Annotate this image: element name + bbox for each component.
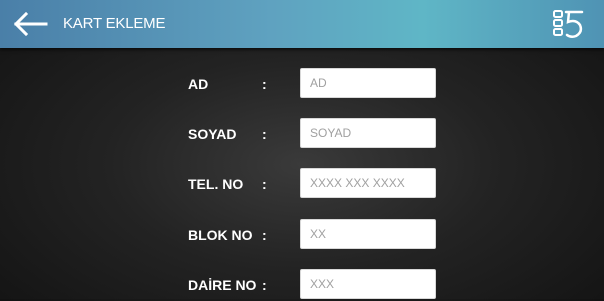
ad-input[interactable] xyxy=(300,68,436,98)
blok-no-input[interactable] xyxy=(300,219,436,249)
tel-no-label: TEL. NO xyxy=(188,176,244,192)
daire-no-colon: : xyxy=(262,277,267,293)
form-row-tel-no: TEL. NO : xyxy=(0,168,604,200)
tel-no-input[interactable] xyxy=(300,168,436,198)
soyad-label: SOYAD xyxy=(188,126,237,142)
daire-no-label: DAİRE NO xyxy=(188,277,257,293)
page-title: KART EKLEME xyxy=(63,15,166,32)
soyad-input[interactable] xyxy=(300,118,436,148)
soyad-colon: : xyxy=(262,126,267,142)
top-app-bar: KART EKLEME xyxy=(0,0,604,48)
form-row-daire-no: DAİRE NO : xyxy=(0,269,604,301)
form-row-ad: AD : xyxy=(0,68,604,100)
ad-colon: : xyxy=(262,76,267,92)
arrow-left-icon xyxy=(13,12,48,36)
back-button[interactable] xyxy=(10,8,50,40)
ad-label: AD xyxy=(188,76,209,92)
daire-no-input[interactable] xyxy=(300,269,436,299)
building-logo-icon xyxy=(553,10,584,39)
blok-no-label: BLOK NO xyxy=(188,227,253,243)
form-row-soyad: SOYAD : xyxy=(0,118,604,150)
tel-no-colon: : xyxy=(262,176,267,192)
form-row-blok-no: BLOK NO : xyxy=(0,219,604,251)
blok-no-colon: : xyxy=(262,227,267,243)
